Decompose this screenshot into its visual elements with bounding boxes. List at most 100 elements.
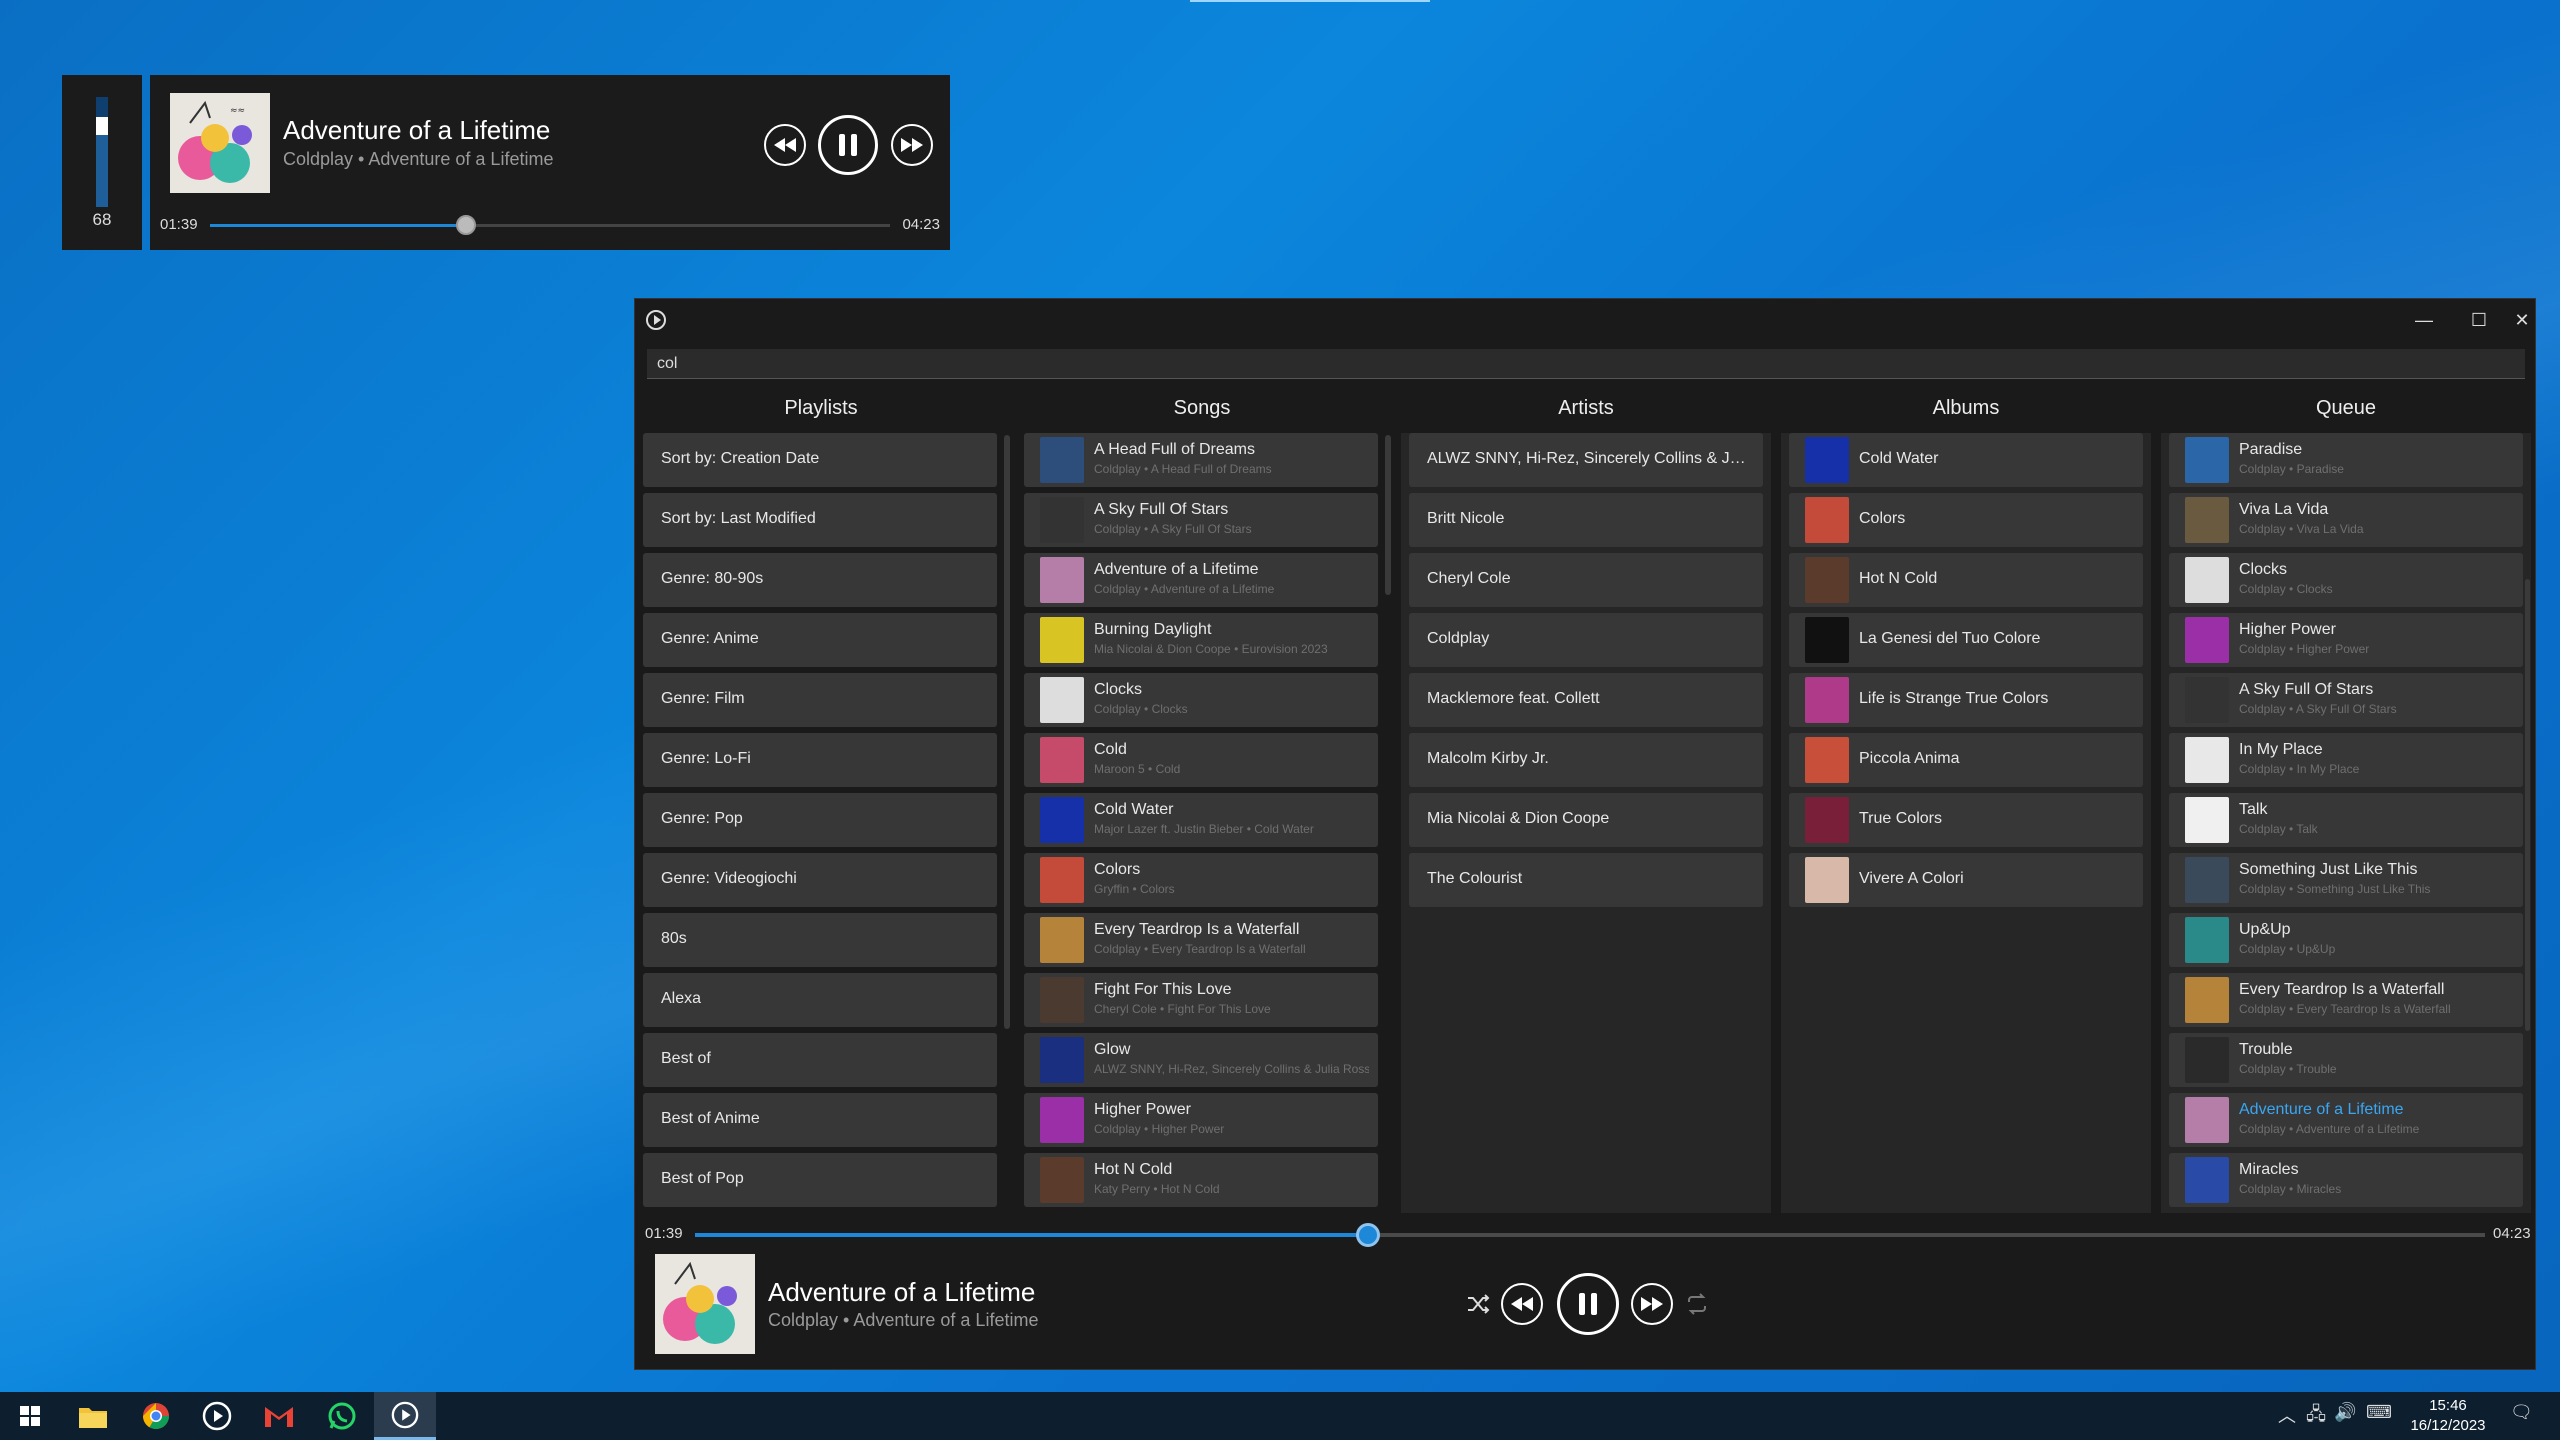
queue-item[interactable]: Trouble Coldplay • Trouble xyxy=(2169,1033,2523,1087)
volume-icon[interactable]: 🔊 xyxy=(2334,1402,2356,1423)
queue-item[interactable]: Miracles Coldplay • Miracles xyxy=(2169,1153,2523,1207)
start-button[interactable] xyxy=(14,1400,46,1432)
playlist-item[interactable]: Genre: Anime xyxy=(643,613,997,667)
playlist-item[interactable]: Genre: Videogiochi xyxy=(643,853,997,907)
artist-item[interactable]: ALWZ SNNY, Hi-Rez, Sincerely Collins & J… xyxy=(1409,433,1763,487)
queue-item[interactable]: In My Place Coldplay • In My Place xyxy=(2169,733,2523,787)
song-thumbnail xyxy=(1040,617,1084,663)
song-item[interactable]: Glow ALWZ SNNY, Hi-Rez, Sincerely Collins… xyxy=(1024,1033,1378,1087)
gmail-button[interactable] xyxy=(263,1400,295,1432)
shuffle-button[interactable] xyxy=(1466,1292,1490,1316)
playlist-item[interactable]: 80s xyxy=(643,913,997,967)
album-item[interactable]: Colors xyxy=(1789,493,2143,547)
repeat-button[interactable] xyxy=(1685,1292,1709,1316)
queue-item[interactable]: Viva La Vida Coldplay • Viva La Vida xyxy=(2169,493,2523,547)
song-subtitle: Coldplay • A Sky Full Of Stars xyxy=(1094,522,1252,536)
mini-previous-button[interactable] xyxy=(764,124,806,166)
song-item[interactable]: Adventure of a Lifetime Coldplay • Advent… xyxy=(1024,553,1378,607)
progress-bar[interactable] xyxy=(695,1223,2485,1247)
artist-item[interactable]: Macklemore feat. Collett xyxy=(1409,673,1763,727)
song-item[interactable]: Every Teardrop Is a Waterfall Coldplay • … xyxy=(1024,913,1378,967)
playlist-item[interactable]: Genre: 80-90s xyxy=(643,553,997,607)
artist-item[interactable]: Mia Nicolai & Dion Coope xyxy=(1409,793,1763,847)
chrome-button[interactable] xyxy=(140,1400,172,1432)
playlist-item[interactable]: Sort by: Last Modified xyxy=(643,493,997,547)
queue-item[interactable]: Paradise Coldplay • Paradise xyxy=(2169,433,2523,487)
playlist-item[interactable]: Best of Pop xyxy=(643,1153,997,1207)
song-item[interactable]: Higher Power Coldplay • Higher Power xyxy=(1024,1093,1378,1147)
tray-chevron-icon[interactable]: ︿ xyxy=(2278,1402,2296,1428)
album-thumbnail xyxy=(1805,617,1849,663)
queue-item[interactable]: Up&Up Coldplay • Up&Up xyxy=(2169,913,2523,967)
artist-item[interactable]: Cheryl Cole xyxy=(1409,553,1763,607)
pause-button[interactable] xyxy=(1557,1273,1619,1335)
playlist-item[interactable]: Genre: Film xyxy=(643,673,997,727)
playlist-item[interactable]: Alexa xyxy=(643,973,997,1027)
album-item[interactable]: Cold Water xyxy=(1789,433,2143,487)
queue-scrollbar[interactable] xyxy=(2525,579,2530,1031)
album-item[interactable]: True Colors xyxy=(1789,793,2143,847)
song-item[interactable]: Colors Gryffin • Colors xyxy=(1024,853,1378,907)
playlist-item[interactable]: Best of xyxy=(643,1033,997,1087)
artist-name: Malcolm Kirby Jr. xyxy=(1427,750,1549,767)
song-item[interactable]: A Sky Full Of Stars Coldplay • A Sky Full… xyxy=(1024,493,1378,547)
song-item[interactable]: Cold Maroon 5 • Cold xyxy=(1024,733,1378,787)
close-button[interactable]: ✕ xyxy=(2507,303,2537,337)
playlists-scrollbar[interactable] xyxy=(1004,435,1010,1029)
queue-item[interactable]: Talk Coldplay • Talk xyxy=(2169,793,2523,847)
volume-slider[interactable] xyxy=(96,97,108,207)
artist-name: Mia Nicolai & Dion Coope xyxy=(1427,810,1610,827)
mini-next-button[interactable] xyxy=(891,124,933,166)
playlist-item[interactable]: Genre: Pop xyxy=(643,793,997,847)
playlist-item[interactable]: Sort by: Creation Date xyxy=(643,433,997,487)
album-item[interactable]: Piccola Anima xyxy=(1789,733,2143,787)
mini-progress-bar[interactable] xyxy=(210,215,890,235)
next-button[interactable] xyxy=(1631,1283,1673,1325)
queue-item[interactable]: Adventure of a Lifetime Coldplay • Advent… xyxy=(2169,1093,2523,1147)
mini-pause-button[interactable] xyxy=(818,115,878,175)
whatsapp-button[interactable] xyxy=(326,1400,358,1432)
playlist-item[interactable]: Genre: Lo-Fi xyxy=(643,733,997,787)
artist-item[interactable]: Coldplay xyxy=(1409,613,1763,667)
queue-subtitle: Coldplay • In My Place xyxy=(2239,762,2360,776)
active-app-button[interactable] xyxy=(374,1392,436,1440)
keyboard-icon[interactable]: ⌨ xyxy=(2366,1402,2392,1423)
queue-item[interactable]: Higher Power Coldplay • Higher Power xyxy=(2169,613,2523,667)
previous-button[interactable] xyxy=(1501,1283,1543,1325)
media-player-button[interactable] xyxy=(201,1400,233,1432)
queue-item[interactable]: Every Teardrop Is a Waterfall Coldplay • … xyxy=(2169,973,2523,1027)
search-input[interactable] xyxy=(647,349,2525,379)
queue-title: Adventure of a Lifetime xyxy=(2239,1101,2404,1118)
queue-item[interactable]: Something Just Like This Coldplay • Somet… xyxy=(2169,853,2523,907)
artist-item[interactable]: The Colourist xyxy=(1409,853,1763,907)
song-item[interactable]: Cold Water Major Lazer ft. Justin Bieber … xyxy=(1024,793,1378,847)
network-icon[interactable]: 🖧 xyxy=(2306,1402,2326,1432)
mini-progress-thumb[interactable] xyxy=(455,215,476,235)
song-item[interactable]: Burning Daylight Mia Nicolai & Dion Coope… xyxy=(1024,613,1378,667)
volume-thumb[interactable] xyxy=(96,117,108,135)
album-item[interactable]: Hot N Cold xyxy=(1789,553,2143,607)
artist-name: Macklemore feat. Collett xyxy=(1427,690,1600,707)
folder-icon xyxy=(79,1408,107,1428)
album-item[interactable]: La Genesi del Tuo Colore xyxy=(1789,613,2143,667)
song-item[interactable]: Clocks Coldplay • Clocks xyxy=(1024,673,1378,727)
album-item[interactable]: Vivere A Colori xyxy=(1789,853,2143,907)
notification-icon[interactable]: 🗨 xyxy=(2510,1402,2533,1423)
song-subtitle: Coldplay • A Head Full of Dreams xyxy=(1094,462,1272,476)
playlist-item[interactable]: Best of Anime xyxy=(643,1093,997,1147)
song-item[interactable]: A Head Full of Dreams Coldplay • A Head F… xyxy=(1024,433,1378,487)
progress-thumb[interactable] xyxy=(1356,1223,1381,1247)
minimize-button[interactable]: — xyxy=(2397,303,2451,337)
song-item[interactable]: Hot N Cold Katy Perry • Hot N Cold xyxy=(1024,1153,1378,1207)
queue-item[interactable]: A Sky Full Of Stars Coldplay • A Sky Full… xyxy=(2169,673,2523,727)
artist-item[interactable]: Britt Nicole xyxy=(1409,493,1763,547)
clock[interactable]: 15:46 16/12/2023 xyxy=(2392,1396,2504,1436)
album-item[interactable]: Life is Strange True Colors xyxy=(1789,673,2143,727)
song-item[interactable]: Fight For This Love Cheryl Cole • Fight F… xyxy=(1024,973,1378,1027)
maximize-button[interactable]: ☐ xyxy=(2452,303,2506,337)
songs-scrollbar[interactable] xyxy=(1385,435,1391,595)
queue-subtitle: Coldplay • A Sky Full Of Stars xyxy=(2239,702,2397,716)
queue-item[interactable]: Clocks Coldplay • Clocks xyxy=(2169,553,2523,607)
file-explorer-button[interactable] xyxy=(77,1400,109,1432)
artist-item[interactable]: Malcolm Kirby Jr. xyxy=(1409,733,1763,787)
